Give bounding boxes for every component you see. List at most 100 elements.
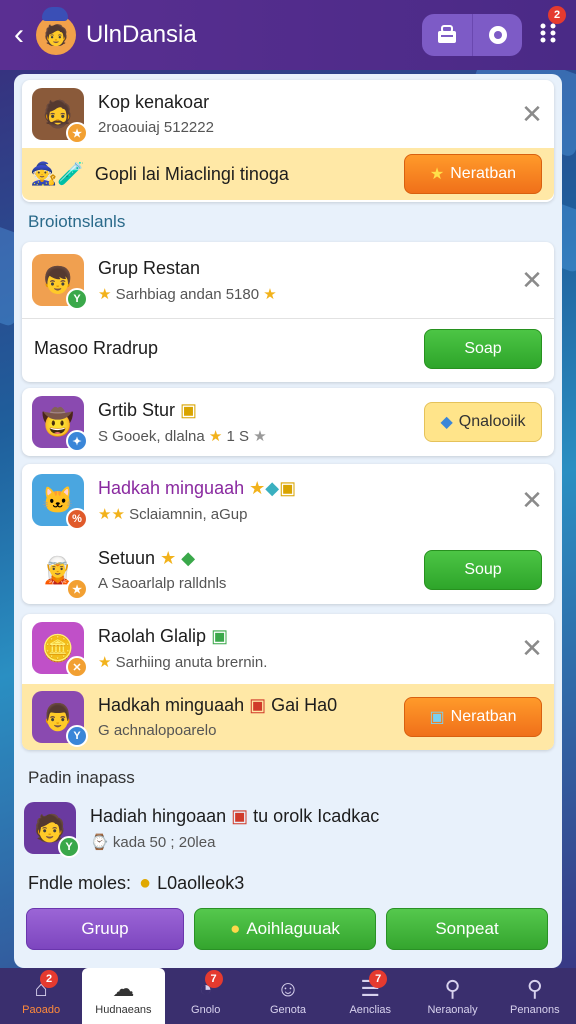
promo-text: Gopli lai Miaclingi tinoga: [94, 163, 289, 184]
gift-icon: ▣: [231, 805, 249, 826]
close-icon[interactable]: ✕: [510, 99, 554, 130]
star-icon: ★: [263, 285, 277, 303]
card-subtitle: 2roaouiaj 512222: [98, 119, 214, 136]
nav-profile[interactable]: ☺ Genota: [247, 968, 329, 1024]
card-title: Hadiah hingoaan: [90, 805, 227, 826]
bottom-nav: ⌂ Paoado 2 ☁ Hudnaeans ◔ Gnolo 7 ☺ Genot…: [0, 968, 576, 1024]
card-subtitle: S Gooek, dlalna: [98, 427, 205, 445]
nav-groups[interactable]: ☁ Hudnaeans: [82, 968, 165, 1024]
close-icon[interactable]: ✕: [510, 485, 554, 516]
search-icon: ⚲: [444, 975, 461, 1001]
app-logo: 🧑: [36, 7, 76, 55]
group-name-input[interactable]: Masoo Rradrup: [34, 338, 424, 359]
orange-badge-icon: %: [66, 508, 88, 530]
promo-button[interactable]: ▣ Neratban: [404, 697, 542, 737]
card-subtitle: A Saoarlalp ralldnls: [98, 575, 227, 592]
card-title: Raolah Glalip: [98, 625, 207, 646]
card-title-extra: tu orolk Icadkac: [253, 805, 380, 826]
character-icon: 🧙: [30, 161, 58, 186]
add-group-button[interactable]: ● Aoihlaguuak: [194, 908, 376, 950]
close-icon[interactable]: ✕: [510, 633, 554, 664]
submit-button[interactable]: Sonpeat: [386, 908, 548, 950]
promo-row: 🧙 🧪 Gopli lai Miaclingi tinoga ★ Neratba…: [22, 148, 554, 200]
card-subtitle: G achnalopoarelo: [98, 722, 217, 739]
blue-badge-icon: Y: [66, 725, 88, 747]
card-subtitle: Sclaiamnin, aGup: [129, 505, 248, 523]
avatar: 🤠 ✦: [32, 396, 88, 452]
close-icon[interactable]: ✕: [510, 265, 554, 296]
profile-icon: ☺: [276, 975, 300, 1001]
nav-search-2[interactable]: ⚲ Penanons: [494, 968, 576, 1024]
nav-home[interactable]: ⌂ Paoado 2: [0, 968, 82, 1024]
main-panel: 🧔 ★ Kop kenakoar 2roaouiaj 512222 ✕ 🧙 🧪 …: [14, 74, 562, 968]
promo-button[interactable]: ★ Neratban: [404, 154, 542, 194]
group-button[interactable]: Gruup: [26, 908, 184, 950]
gold-badge-icon: ★: [66, 122, 88, 144]
gold-badge-icon: ★: [66, 578, 88, 600]
promo-row: 👨 Y Hadkah minguaah ▣ Gai Ha0 G achnalop…: [22, 684, 554, 750]
gem-icon: ▣: [211, 625, 229, 646]
group-card: 🐱 % Hadkah minguaah ★◆▣ ★★ Sclaiamnin, a…: [22, 464, 554, 604]
gem-icon: ◆: [440, 414, 453, 431]
footer-value: L0aolleok3: [157, 872, 245, 893]
store-icon[interactable]: [422, 14, 472, 56]
coin-icon: ▣: [279, 477, 297, 498]
star-icon: ★: [160, 548, 177, 568]
star-icon: ★★: [98, 505, 125, 523]
notification-badge: 2: [548, 5, 566, 24]
avatar: 👨 Y: [32, 691, 88, 747]
app-title: UlnDansia: [86, 21, 197, 48]
star-empty-icon: ★: [253, 427, 267, 445]
star-icon: ★: [208, 427, 223, 445]
check-badge-icon: Y: [58, 836, 80, 858]
star-icon: ★: [98, 653, 112, 671]
potion-icon: 🧪: [57, 161, 85, 186]
clock-icon: ⌚: [90, 833, 109, 851]
nav-list[interactable]: ☰ Aenclias 7: [329, 968, 411, 1024]
blue-badge-icon: ✦: [66, 430, 88, 452]
avatar: 🧝 ★: [32, 544, 88, 600]
card-title: Hadkah minguaah: [98, 695, 245, 715]
check-badge-icon: Y: [66, 288, 88, 310]
coin-icon: ●: [230, 919, 241, 938]
nav-search[interactable]: ⚲ Neraonaly: [411, 968, 493, 1024]
app-header: ‹ 🧑 UlnDansia 2: [0, 0, 576, 70]
gem-icon: ◆: [181, 548, 196, 568]
avatar: 🐱 %: [32, 474, 88, 530]
avatar: 🧑 Y: [24, 802, 80, 858]
top-card: 🧔 ★ Kop kenakoar 2roaouiaj 512222 ✕ 🧙 🧪 …: [22, 80, 554, 202]
gold-badge-icon: ✕: [66, 656, 88, 678]
card-title-extra: Gai Ha0: [271, 695, 338, 715]
star-icon: ★: [429, 166, 445, 183]
list-item[interactable]: 🧑 Y Hadiah hingoaan ▣ tu orolk Icadkac ⌚…: [14, 798, 562, 858]
search-icon: ⚲: [526, 975, 543, 1001]
more-menu-icon[interactable]: 2: [534, 5, 566, 51]
gift-icon: ▣: [249, 695, 267, 715]
groups-icon: ☁: [112, 975, 135, 1001]
card-title: Grtib Stur: [98, 399, 176, 420]
save-button[interactable]: Soap: [424, 328, 542, 369]
section-label: Padin inapass: [28, 768, 135, 787]
group-card: 🪙 ✕ Raolah Glalip ▣ ★ Sarhiing anuta bre…: [22, 614, 554, 750]
rating-text: 1 S: [226, 427, 250, 445]
card-title: Grup Restan: [98, 257, 201, 278]
card-title: Hadkah minguaah: [98, 477, 245, 498]
avatar: 🧔 ★: [32, 88, 88, 144]
coin-icon: ●: [139, 871, 152, 894]
nav-chat[interactable]: ◔ Gnolo 7: [165, 968, 247, 1024]
group-card: 👦 Y Grup Restan ★ Sarhbiag andan 5180 ★ …: [22, 242, 554, 382]
settings-icon[interactable]: [472, 14, 522, 56]
back-icon[interactable]: ‹: [14, 18, 34, 52]
save-button[interactable]: Soup: [424, 550, 542, 590]
footer-label: Fndle moles:: [28, 872, 132, 893]
unlock-button[interactable]: ◆ Qnalooiik: [424, 402, 542, 442]
section-label: Broiotnslanls: [28, 212, 126, 231]
input-row: Masoo Rradrup Soap: [22, 318, 554, 378]
avatar: 👦 Y: [32, 254, 88, 310]
action-buttons: Gruup ● Aoihlaguuak Sonpeat: [26, 908, 550, 950]
card-title: Kop kenakoar: [98, 92, 210, 112]
star-icon: ★: [98, 285, 112, 303]
footer-row: Fndle moles: ● L0aolleok3: [28, 868, 562, 898]
gem-icon: ▣: [429, 709, 445, 726]
group-card: 🤠 ✦ Grtib Stur ▣ S Gooek, dlalna ★ 1 S ★…: [22, 388, 554, 456]
